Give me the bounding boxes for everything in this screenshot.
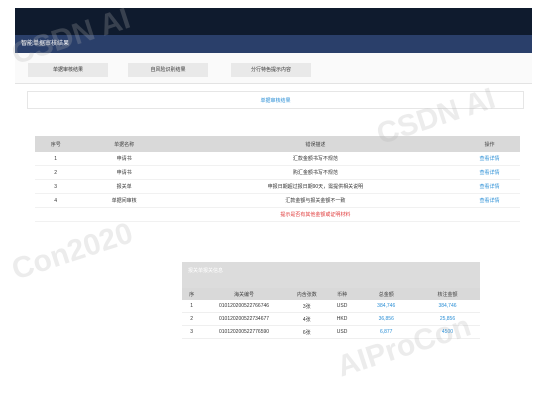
watermark: Con2020 [7, 216, 137, 287]
tab-audit-result[interactable]: 单据审核结果 [28, 63, 108, 77]
row-doc-name: 申请书 [76, 165, 172, 180]
col-doc-name: 单据名称 [76, 136, 172, 152]
col-index: 序号 [35, 136, 77, 152]
row-index: 1 [35, 152, 77, 166]
page-title: 智能单据审核结果 [15, 35, 532, 53]
table-header-row: 序号 单据名称 错误描述 操作 [35, 136, 520, 152]
tab-risk-result[interactable]: 自风险识别结果 [128, 63, 208, 77]
row-total: 6,877 [357, 325, 415, 339]
row-index: 3 [35, 179, 77, 194]
row-customs-code: 010120200522776590 [201, 325, 287, 339]
col-index: 序 [182, 288, 202, 300]
table-header-row: 序 海关编号 内含张数 币种 总金额 核注金额 [182, 288, 480, 300]
view-detail-link[interactable]: 查看详情 [458, 165, 520, 180]
col-currency: 币种 [326, 288, 358, 300]
table-row: 1 申请书 汇款金额书写不规范 查看详情 [35, 152, 520, 166]
col-count: 内含张数 [286, 288, 327, 300]
row-customs-code: 010120200522766746 [201, 300, 287, 313]
row-doc-name: 报关单 [76, 179, 172, 194]
row-index: 3 [182, 325, 202, 339]
table-row: 2 010120200522734677 4张 HKD 36,856 25,85… [182, 312, 480, 326]
row-total: 36,856 [357, 312, 415, 326]
row-verified: 384,746 [414, 300, 480, 313]
warning-row: 提示是否有其他金额或证明材料 [35, 207, 520, 222]
table-row: 2 申请书 购汇金额书写不规范 查看详情 [35, 165, 520, 180]
view-detail-link[interactable]: 查看详情 [458, 152, 520, 166]
row-doc-name: 申请书 [76, 152, 172, 166]
view-detail-link[interactable]: 查看详情 [458, 179, 520, 194]
row-error-desc: 申报日期超过报日期90天，需提供相关说明 [171, 179, 459, 194]
row-verified: 25,856 [414, 312, 480, 326]
customs-detail-table: 序 海关编号 内含张数 币种 总金额 核注金额 1 01012020052276… [182, 288, 480, 339]
row-error-desc: 购汇金额书写不规范 [171, 165, 459, 180]
table-row: 3 010120200522776590 6张 USD 6,877 4500 [182, 325, 480, 339]
view-detail-link[interactable]: 查看详情 [458, 193, 520, 208]
table-row: 1 010120200522766746 3张 USD 384,746 384,… [182, 300, 480, 313]
col-total: 总金额 [357, 288, 415, 300]
row-currency: USD [326, 325, 358, 339]
row-currency: USD [326, 300, 358, 313]
row-currency: HKD [326, 312, 358, 326]
warning-text: 提示是否有其他金额或证明材料 [171, 207, 459, 222]
row-index: 1 [182, 300, 202, 313]
row-error-desc: 汇款金额与报关金额不一致 [171, 193, 459, 208]
col-action: 操作 [458, 136, 520, 152]
section-title: 单据审核结果 [27, 91, 524, 109]
row-customs-code: 010120200522734677 [201, 312, 287, 326]
row-count: 6张 [286, 325, 327, 339]
row-index: 2 [182, 312, 202, 326]
row-count: 4张 [286, 312, 327, 326]
table-row: 4 单据间审核 汇款金额与报关金额不一致 查看详情 [35, 193, 520, 208]
tab-bar: 单据审核结果 自风险识别结果 分行特色提示内容 [15, 53, 532, 84]
top-nav-bar [15, 8, 532, 35]
row-error-desc: 汇款金额书写不规范 [171, 152, 459, 166]
row-verified: 4500 [414, 325, 480, 339]
col-customs-code: 海关编号 [201, 288, 287, 300]
table-row: 3 报关单 申报日期超过报日期90天，需提供相关说明 查看详情 [35, 179, 520, 194]
row-count: 3张 [286, 300, 327, 313]
row-doc-name: 单据间审核 [76, 193, 172, 208]
row-total: 384,746 [357, 300, 415, 313]
results-table: 序号 单据名称 错误描述 操作 1 申请书 汇款金额书写不规范 查看详情 2 申… [35, 136, 520, 222]
row-index: 2 [35, 165, 77, 180]
col-verified: 核注金额 [414, 288, 480, 300]
tab-branch-tips[interactable]: 分行特色提示内容 [231, 63, 311, 77]
col-error-desc: 错误描述 [171, 136, 459, 152]
row-index: 4 [35, 193, 77, 208]
detail-section-title: 报关单报关信息 [182, 262, 480, 288]
